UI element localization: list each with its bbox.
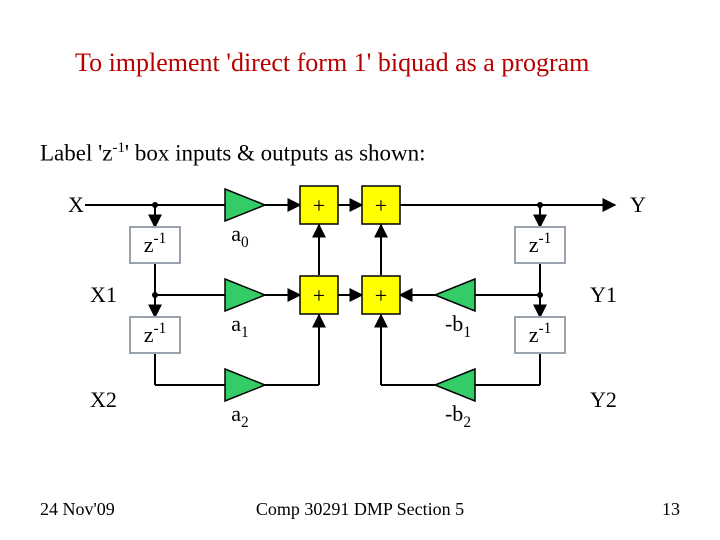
slide-subtitle: Label 'z-1' box inputs & outputs as show…	[40, 140, 426, 167]
svg-text:+: +	[375, 193, 387, 218]
gain-b2	[435, 369, 475, 401]
svg-text:+: +	[375, 283, 387, 308]
coeff-b2-label: -b2	[445, 401, 471, 431]
gain-a0	[225, 189, 265, 221]
gain-b1	[435, 279, 475, 311]
label-y1: Y1	[590, 282, 617, 307]
label-x: X	[68, 192, 84, 217]
svg-text:+: +	[313, 193, 325, 218]
coeff-b1-label: -b1	[445, 311, 471, 341]
label-x2: X2	[90, 387, 117, 412]
label-x1: X1	[90, 282, 117, 307]
delay-label-exp: -1	[153, 230, 166, 247]
slide-title: To implement 'direct form 1' biquad as a…	[75, 48, 690, 78]
label-y: Y	[630, 192, 646, 217]
coeff-a0-label: a0	[231, 221, 249, 251]
gain-a2	[225, 369, 265, 401]
svg-text:+: +	[313, 283, 325, 308]
delay-label-base: z	[144, 232, 154, 257]
coeff-a1-label: a1	[231, 311, 248, 341]
biquad-diagram: z-1 z-1 z-1 z-1 + + + + a0 a1 a2 -b1 -b2…	[40, 175, 680, 485]
gain-a1	[225, 279, 265, 311]
coeff-a2-label: a2	[231, 401, 248, 431]
footer-page: 13	[662, 499, 680, 520]
footer-course: Comp 30291 DMP Section 5	[0, 499, 720, 520]
label-y2: Y2	[590, 387, 617, 412]
